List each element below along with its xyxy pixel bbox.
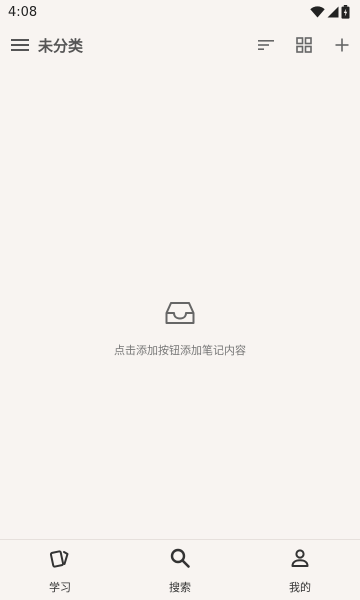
grid-view-icon[interactable] [292, 33, 316, 57]
inbox-icon [165, 300, 195, 330]
app-bar-actions [254, 33, 354, 57]
nav-label-study: 学习 [49, 581, 71, 594]
person-icon [289, 547, 311, 573]
status-bar: 4:08 [0, 0, 360, 24]
cards-icon [49, 547, 71, 573]
status-icons [310, 5, 350, 19]
nav-item-study[interactable]: 学习 [0, 540, 120, 600]
search-icon [169, 547, 191, 573]
wifi-icon [310, 6, 325, 18]
page-title: 未分类 [38, 36, 84, 55]
nav-item-search[interactable]: 搜索 [120, 540, 240, 600]
signal-icon [327, 6, 339, 18]
battery-icon [341, 5, 350, 19]
sort-icon[interactable] [254, 33, 278, 57]
add-icon[interactable] [330, 33, 354, 57]
empty-state: 点击添加按钮添加笔记内容 [0, 300, 360, 358]
menu-icon[interactable] [8, 33, 32, 57]
app-bar: 未分类 [0, 28, 360, 62]
nav-label-mine: 我的 [289, 581, 311, 594]
nav-label-search: 搜索 [169, 581, 191, 594]
bottom-nav: 学习 搜索 我的 [0, 539, 360, 600]
nav-item-mine[interactable]: 我的 [240, 540, 360, 600]
empty-state-message: 点击添加按钮添加笔记内容 [114, 344, 246, 357]
status-time: 4:08 [8, 4, 38, 20]
